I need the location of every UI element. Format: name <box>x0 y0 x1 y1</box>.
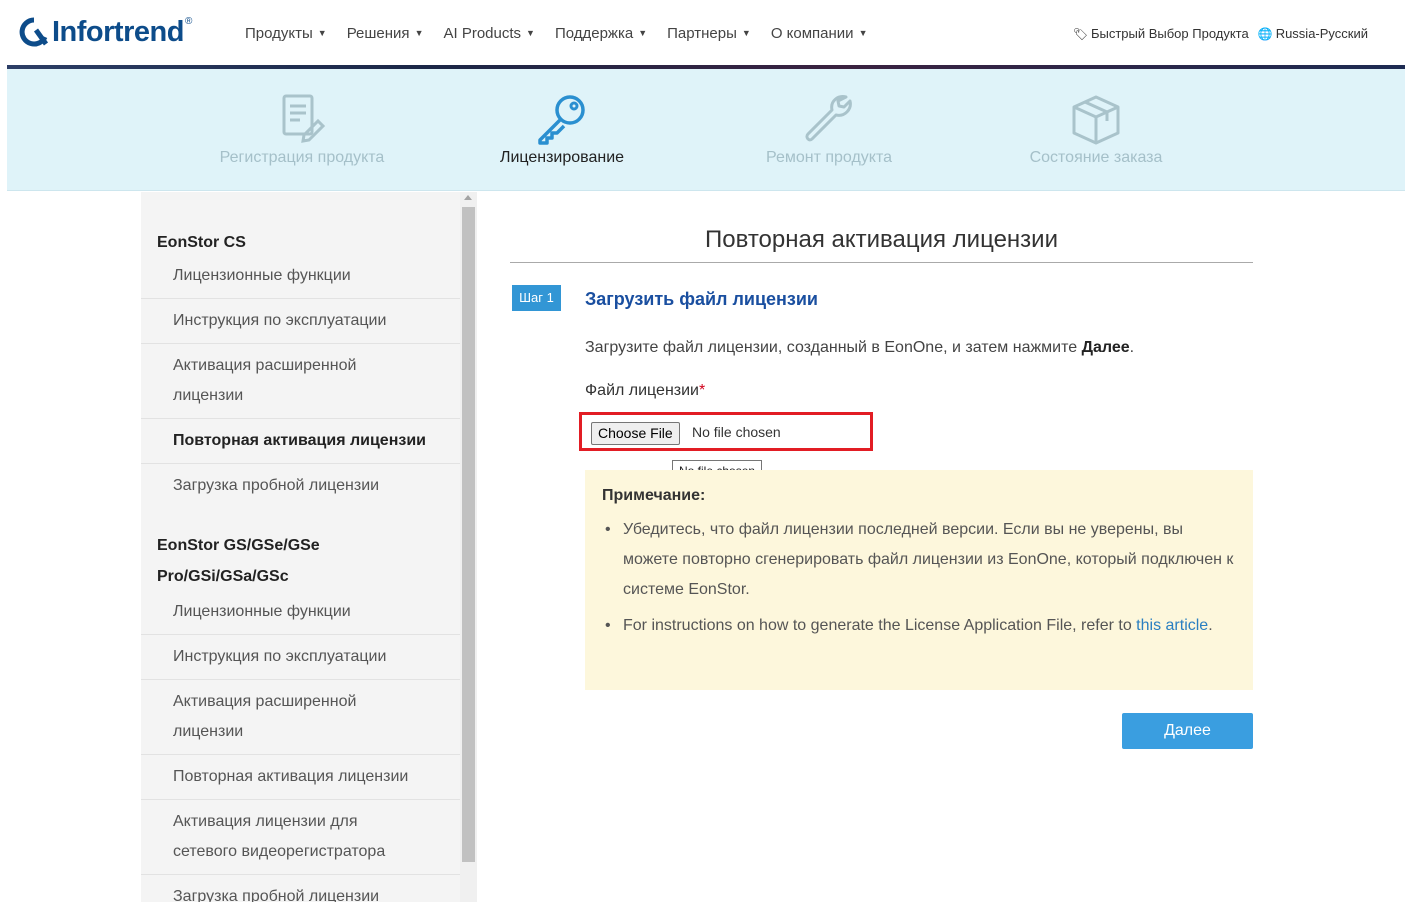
next-button[interactable]: Далее <box>1122 713 1253 749</box>
service-label: Лицензирование <box>499 149 625 166</box>
globe-icon: 🌐 <box>1257 27 1273 41</box>
scroll-up-arrow-icon[interactable] <box>464 195 472 200</box>
note-box: Примечание: Убедитесь, что файл лицензии… <box>585 470 1253 690</box>
caret-down-icon: ▼ <box>741 28 751 38</box>
nav-right-links: 🏷 Быстрый Выбор Продукта 🌐 Russia-Русский <box>1073 26 1368 41</box>
main-nav-menu: Продукты ▼ Решения ▼ AI Products ▼ Поддержк… <box>245 25 887 42</box>
service-product-registration[interactable]: Регистрация продукта <box>202 69 402 191</box>
step-badge: Шаг 1 <box>512 285 561 311</box>
logo-icon <box>19 17 49 47</box>
required-mark: * <box>698 382 706 399</box>
service-label: Регистрация продукта <box>219 149 385 166</box>
sidebar: EonStor CS Лицензионные функции Инструкц… <box>141 192 460 902</box>
caret-down-icon: ▼ <box>414 28 424 38</box>
sidebar-item-trial-license[interactable]: Загрузка пробной лицензии <box>141 464 460 508</box>
sidebar-item-trial-license[interactable]: Загрузка пробной лицензии <box>141 875 460 902</box>
note-list: Убедитесь, что файл лицензии последней в… <box>602 515 1236 641</box>
sidebar-item-license-features[interactable]: Лицензионные функции <box>141 258 460 299</box>
license-file-label: Файл лицензии* <box>585 382 706 399</box>
note-title: Примечание: <box>602 487 706 504</box>
step-title: Загрузить файл лицензии <box>585 289 818 309</box>
nav-item-products[interactable]: Продукты ▼ <box>245 25 327 42</box>
caret-down-icon: ▼ <box>526 28 535 38</box>
sidebar-scrollbar[interactable] <box>460 192 477 902</box>
quick-select-link[interactable]: 🏷 Быстрый Выбор Продукта <box>1073 26 1249 41</box>
sidebar-item-advanced-activation[interactable]: Активация расширенной лицензии <box>141 344 460 419</box>
wrench-icon <box>805 95 852 142</box>
nav-item-ai-products[interactable]: AI Products ▼ <box>443 25 534 42</box>
nav-item-support[interactable]: Поддержка ▼ <box>555 25 647 42</box>
sidebar-item-reactivation[interactable]: Повторная активация лицензии <box>141 755 460 800</box>
service-licensing[interactable]: Лицензирование <box>462 69 662 191</box>
infortrend-logo[interactable]: Infortrend ® <box>18 14 192 50</box>
service-order-status[interactable]: Состояние заказа <box>996 69 1196 191</box>
service-label: Ремонт продукта <box>765 149 893 166</box>
license-file-input[interactable]: Choose File No file chosen <box>579 412 873 451</box>
caret-down-icon: ▼ <box>638 28 648 38</box>
sidebar-item-manual[interactable]: Инструкция по эксплуатации <box>141 635 460 680</box>
nav-item-solutions[interactable]: Решения ▼ <box>347 25 424 42</box>
key-icon <box>538 95 585 145</box>
sidebar-item-manual[interactable]: Инструкция по эксплуатации <box>141 299 460 344</box>
sidebar-group-title: EonStor CS <box>157 234 246 251</box>
note-item: Убедитесь, что файл лицензии последней в… <box>602 515 1236 605</box>
sidebar-item-advanced-activation[interactable]: Активация расширенной лицензии <box>141 680 460 755</box>
sidebar-group-title: EonStor GS/GSe/GSe Pro/GSi/GSa/GSc <box>157 537 320 585</box>
choose-file-button[interactable]: Choose File <box>591 422 680 445</box>
nav-item-about[interactable]: О компании ▼ <box>771 25 868 42</box>
caret-down-icon: ▼ <box>858 28 868 38</box>
file-status-text: No file chosen <box>692 424 781 440</box>
page-title: Повторная активация лицензии <box>510 226 1253 263</box>
box-icon <box>1072 95 1120 145</box>
upload-instruction: Загрузите файл лицензии, созданный в Eon… <box>585 339 1135 356</box>
service-bar: Регистрация продукта Лицензирование Ремо… <box>7 69 1405 191</box>
logo-text: Infortrend <box>52 15 184 48</box>
sidebar-item-nvr-activation[interactable]: Активация лицензии для сетевого видеорег… <box>141 800 460 875</box>
tag-icon: 🏷 <box>1072 27 1088 41</box>
note-item: For instructions on how to generate the … <box>602 611 1236 641</box>
nav-item-partners[interactable]: Партнеры ▼ <box>667 25 751 42</box>
scrollbar-thumb[interactable] <box>462 207 475 862</box>
sidebar-item-reactivation[interactable]: Повторная активация лицензии <box>141 419 460 464</box>
service-label: Состояние заказа <box>1029 149 1163 166</box>
language-selector[interactable]: 🌐 Russia-Русский <box>1258 26 1368 41</box>
document-edit-icon <box>282 94 326 143</box>
sidebar-item-license-features[interactable]: Лицензионные функции <box>141 592 460 635</box>
this-article-link[interactable]: this article <box>1136 617 1208 634</box>
top-navbar: Infortrend ® Продукты ▼ Решения ▼ AI Produ… <box>7 0 1405 69</box>
logo-registered-mark: ® <box>184 16 193 27</box>
service-product-repair[interactable]: Ремонт продукта <box>729 69 929 191</box>
caret-down-icon: ▼ <box>317 28 327 38</box>
